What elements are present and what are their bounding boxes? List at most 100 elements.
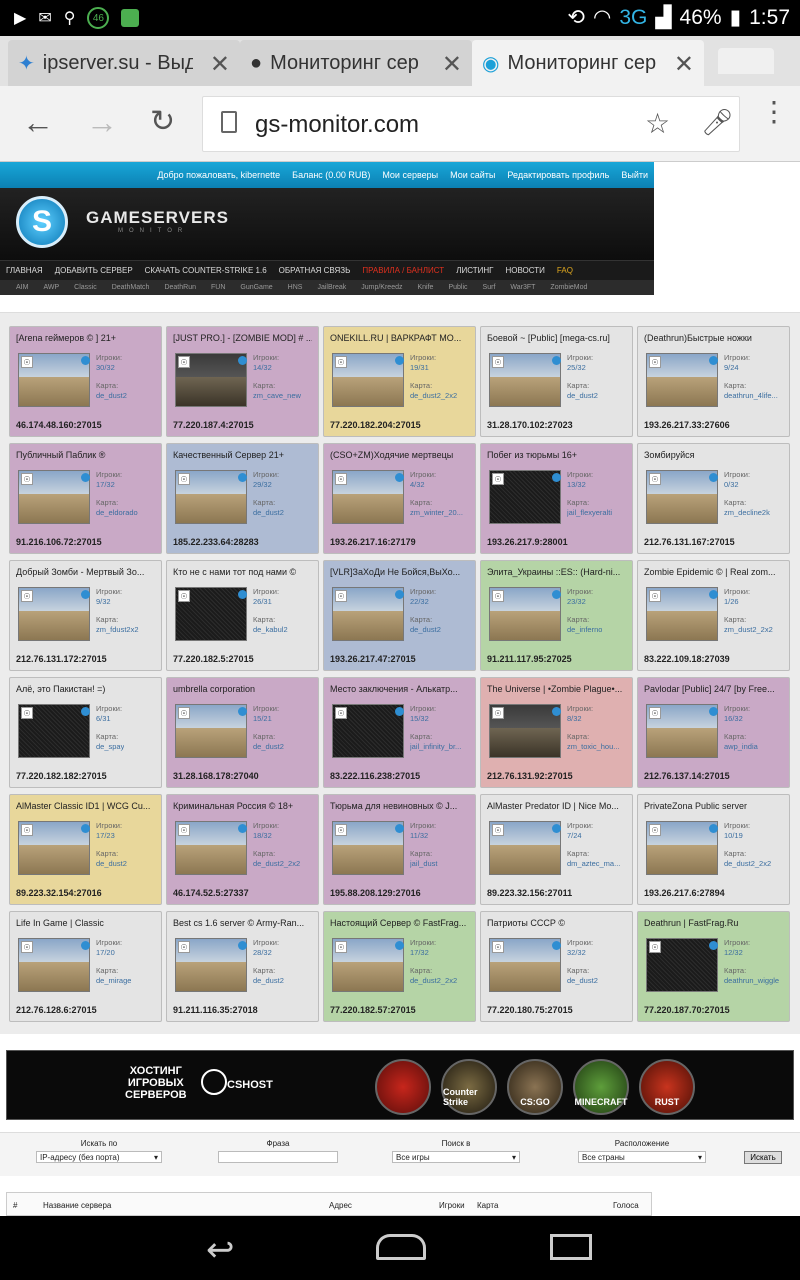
- server-card[interactable]: Настоящий Сервер © FastFrag... ☉ Игроки: 17…: [323, 911, 476, 1022]
- map-value[interactable]: de_dust2_2x2: [253, 859, 300, 869]
- category-13[interactable]: War3FT: [510, 284, 535, 291]
- col-address[interactable]: Адрес: [329, 1201, 352, 1210]
- server-card[interactable]: Кто не с нами тот под нами © ☉ Игроки: 26/3…: [166, 560, 319, 671]
- close-tab-icon[interactable]: ✕: [442, 50, 462, 79]
- bookmark-star-icon[interactable]: ☆: [645, 107, 670, 140]
- map-value[interactable]: de_dust2: [253, 742, 284, 752]
- close-tab-icon[interactable]: ✕: [210, 50, 230, 79]
- server-ip[interactable]: 91.211.116.35:27018: [173, 1005, 258, 1015]
- map-thumbnail[interactable]: ☉: [489, 821, 561, 875]
- category-11[interactable]: Public: [448, 284, 467, 291]
- balance-text[interactable]: Баланс (0.00 RUB): [292, 170, 370, 180]
- search-button[interactable]: Искать: [744, 1151, 782, 1164]
- menu-item-3[interactable]: ОБРАТНАЯ СВЯЗЬ: [279, 266, 351, 275]
- map-value[interactable]: deathrun_4life...: [724, 391, 778, 401]
- menu-item-1[interactable]: ДОБАВИТЬ СЕРВЕР: [55, 266, 133, 275]
- map-thumbnail[interactable]: ☉: [18, 353, 90, 407]
- map-thumbnail[interactable]: ☉: [18, 938, 90, 992]
- category-6[interactable]: GunGame: [240, 284, 272, 291]
- map-value[interactable]: zm_dust2_2x2: [724, 625, 773, 635]
- map-value[interactable]: zm_winter_20...: [410, 508, 463, 518]
- server-card[interactable]: Алё, это Пакистан! =) ☉ Игроки: 6/31 Карта: d…: [9, 677, 162, 788]
- server-ip[interactable]: 89.223.32.154:27016: [16, 888, 102, 898]
- map-thumbnail[interactable]: ☉: [646, 821, 718, 875]
- map-value[interactable]: de_dust2_2x2: [410, 391, 457, 401]
- server-title[interactable]: Best cs 1.6 server © Army-Ran...: [173, 918, 312, 930]
- server-card[interactable]: AlMaster Predator ID | Nice Mo... ☉ Игроки…: [480, 794, 633, 905]
- server-card[interactable]: (CSO+ZM)Ходячие мертвецы ☉ Игроки: 4/32 Карт…: [323, 443, 476, 554]
- map-value[interactable]: jail_dust: [410, 859, 438, 869]
- map-thumbnail[interactable]: ☉: [489, 353, 561, 407]
- server-card[interactable]: [JUST PRO.] - [ZOMBIE MOD] # ... ☉ Игроки:…: [166, 326, 319, 437]
- map-value[interactable]: deathrun_wiggle: [724, 976, 779, 986]
- map-thumbnail[interactable]: ☉: [646, 938, 718, 992]
- map-thumbnail[interactable]: ☉: [332, 938, 404, 992]
- close-tab-icon[interactable]: ✕: [674, 50, 694, 79]
- server-ip[interactable]: 212.76.131.92:27015: [487, 771, 573, 781]
- menu-item-7[interactable]: FAQ: [557, 266, 573, 275]
- map-thumbnail[interactable]: ☉: [18, 470, 90, 524]
- server-ip[interactable]: 91.216.106.72:27015: [16, 537, 102, 547]
- map-value[interactable]: de_dust2: [410, 625, 441, 635]
- server-ip[interactable]: 193.26.217.9:28001: [487, 537, 568, 547]
- server-card[interactable]: Pavlodar [Public] 24/7 [by Free... ☉ Игрок…: [637, 677, 790, 788]
- category-3[interactable]: DeathMatch: [112, 284, 150, 291]
- server-ip[interactable]: 212.76.128.6:27015: [16, 1005, 97, 1015]
- server-card[interactable]: Боевой ~ [Public] [mega-cs.ru] ☉ Игроки: 25…: [480, 326, 633, 437]
- server-title[interactable]: Добрый Зомби - Мертвый Зо...: [16, 567, 155, 579]
- server-title[interactable]: [Arena геймеров © ] 21+: [16, 333, 155, 345]
- back-icon[interactable]: ←: [22, 104, 54, 141]
- back-nav-icon[interactable]: ↩: [206, 1230, 235, 1270]
- server-ip[interactable]: 193.26.217.33:27606: [644, 420, 730, 430]
- search-by-select[interactable]: IP-адресу (без порта) ▾: [36, 1151, 162, 1163]
- search-in-select[interactable]: Все игры ▾: [392, 1151, 520, 1163]
- server-title[interactable]: Тюрьма для невиновных © J...: [330, 801, 469, 813]
- map-thumbnail[interactable]: ☉: [646, 704, 718, 758]
- map-value[interactable]: de_dust2_2x2: [410, 976, 457, 986]
- server-ip[interactable]: 77.220.187.70:27015: [644, 1005, 730, 1015]
- col-votes[interactable]: Голоса: [613, 1201, 639, 1210]
- server-ip[interactable]: 212.76.131.167:27015: [644, 537, 735, 547]
- map-value[interactable]: de_dust2: [96, 859, 127, 869]
- col-name[interactable]: Название сервера: [43, 1201, 111, 1210]
- server-card[interactable]: Побег из тюрьмы 16+ ☉ Игроки: 13/32 Карта: ja…: [480, 443, 633, 554]
- server-ip[interactable]: 193.26.217.6:27894: [644, 888, 725, 898]
- server-title[interactable]: Deathrun | FastFrag.Ru: [644, 918, 783, 930]
- server-ip[interactable]: 46.174.52.5:27337: [173, 888, 249, 898]
- server-card[interactable]: (Deathrun)Быстрые ножки ☉ Игроки: 9/24 Карта…: [637, 326, 790, 437]
- menu-item-5[interactable]: ЛИСТИНГ: [456, 266, 493, 275]
- my-sites-link[interactable]: Мои сайты: [450, 170, 495, 180]
- server-card[interactable]: [Arena геймеров © ] 21+ ☉ Игроки: 30/32 Карт…: [9, 326, 162, 437]
- map-thumbnail[interactable]: ☉: [18, 587, 90, 641]
- server-ip[interactable]: 185.22.233.64:28283: [173, 537, 259, 547]
- map-value[interactable]: de_dust2: [253, 976, 284, 986]
- category-7[interactable]: HNS: [288, 284, 303, 291]
- map-value[interactable]: de_dust2: [567, 391, 598, 401]
- server-title[interactable]: (CSO+ZM)Ходячие мертвецы: [330, 450, 469, 462]
- location-select[interactable]: Все страны ▾: [578, 1151, 706, 1163]
- map-value[interactable]: zm_decline2k: [724, 508, 770, 518]
- map-thumbnail[interactable]: ☉: [175, 470, 247, 524]
- server-title[interactable]: PrivateZona Public server: [644, 801, 783, 813]
- menu-item-2[interactable]: СКАЧАТЬ COUNTER-STRIKE 1.6: [145, 266, 267, 275]
- server-ip[interactable]: 77.220.187.4:27015: [173, 420, 254, 430]
- server-card[interactable]: Криминальная Россия © 18+ ☉ Игроки: 18/32 Ка…: [166, 794, 319, 905]
- col-players[interactable]: Игроки: [439, 1201, 465, 1210]
- server-card[interactable]: Best cs 1.6 server © Army-Ran... ☉ Игроки:…: [166, 911, 319, 1022]
- map-thumbnail[interactable]: ☉: [175, 938, 247, 992]
- map-value[interactable]: jail_infinity_br...: [410, 742, 461, 752]
- server-title[interactable]: Кто не с нами тот под нами ©: [173, 567, 312, 579]
- server-card[interactable]: Zombie Epidemic © | Real zom... ☉ Игроки: 1…: [637, 560, 790, 671]
- server-title[interactable]: Боевой ~ [Public] [mega-cs.ru]: [487, 333, 626, 345]
- menu-icon[interactable]: ⋮: [760, 98, 788, 126]
- tab-monitoring-2[interactable]: ◉ Мониторинг сер ✕: [472, 40, 704, 86]
- my-servers-link[interactable]: Мои серверы: [382, 170, 438, 180]
- map-value[interactable]: awp_india: [724, 742, 758, 752]
- tab-ipserver[interactable]: ✦ ipserver.su - Выд ✕: [8, 40, 240, 86]
- server-title[interactable]: Криминальная Россия © 18+: [173, 801, 312, 813]
- map-thumbnail[interactable]: ☉: [489, 704, 561, 758]
- map-thumbnail[interactable]: ☉: [489, 938, 561, 992]
- server-title[interactable]: Zombie Epidemic © | Real zom...: [644, 567, 783, 579]
- map-value[interactable]: de_dust2: [567, 976, 598, 986]
- category-4[interactable]: DeathRun: [164, 284, 196, 291]
